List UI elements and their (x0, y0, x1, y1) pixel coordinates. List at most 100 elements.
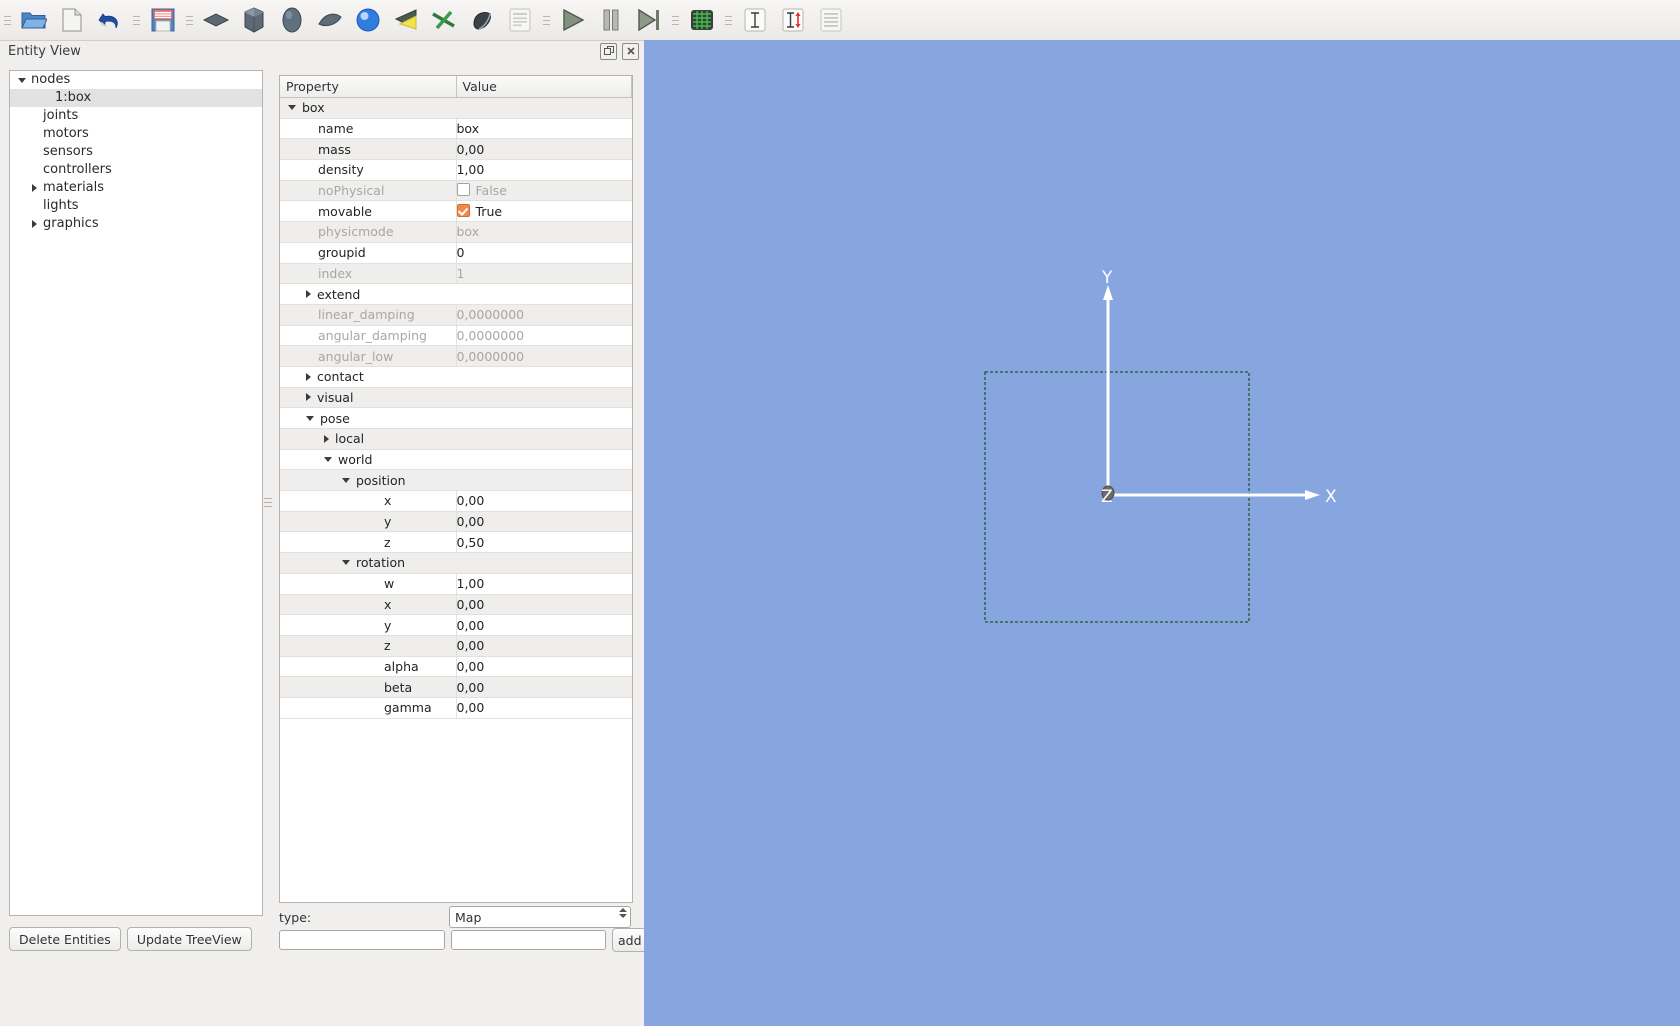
table-row[interactable]: world (280, 449, 632, 471)
property-name-cell[interactable]: x (280, 490, 456, 512)
property-value-cell[interactable]: 0,00 (455, 490, 632, 512)
chevron-down-icon[interactable] (324, 457, 332, 463)
property-key-input[interactable] (279, 930, 445, 950)
chevron-down-icon[interactable] (342, 477, 350, 483)
property-value-cell[interactable]: 0,0000000 (455, 304, 632, 326)
spinner-arrows-icon[interactable] (619, 908, 627, 918)
save-button[interactable] (145, 2, 181, 38)
checkbox-icon[interactable] (456, 183, 470, 197)
property-value-cell[interactable]: 0,00 (455, 138, 632, 161)
tree-item-materials[interactable]: materials (10, 179, 262, 197)
update-treeview-button[interactable]: Update TreeView (126, 927, 252, 951)
property-table-panel[interactable]: Property Value box name box mass 0,00 density… (279, 75, 633, 903)
column-header-property[interactable]: Property (280, 76, 457, 98)
property-name-cell[interactable]: groupid (280, 242, 456, 264)
property-value-cell[interactable] (456, 387, 632, 409)
entity-tree[interactable]: nodes 1:box joints motors sensors controllers… (9, 70, 263, 916)
undo-button[interactable] (92, 2, 128, 38)
property-name-cell[interactable]: name (280, 118, 456, 140)
chevron-down-icon[interactable] (342, 560, 350, 566)
property-name-cell[interactable]: extend (280, 283, 456, 305)
table-row[interactable]: z 0,50 (280, 531, 632, 554)
delete-entities-button[interactable]: Delete Entities (9, 927, 121, 951)
scene-viewport[interactable]: Y X Z (644, 40, 1680, 1026)
property-name-cell[interactable]: y (280, 511, 456, 533)
table-row[interactable]: density 1,00 (280, 159, 632, 181)
text-tool-button[interactable] (737, 2, 773, 38)
tree-item-joints[interactable]: joints (10, 107, 262, 125)
property-name-cell[interactable]: w (280, 573, 456, 595)
table-row[interactable]: angular_low 0,0000000 (280, 345, 632, 367)
property-value-cell[interactable] (456, 469, 632, 492)
property-name-cell[interactable]: box (280, 97, 456, 119)
property-value-cell[interactable]: 0,00 (455, 697, 632, 719)
step-button[interactable] (631, 2, 667, 38)
property-name-cell[interactable]: visual (280, 387, 456, 409)
table-row[interactable]: z 0,00 (280, 635, 632, 657)
chevron-down-icon[interactable] (306, 415, 314, 421)
table-row[interactable]: rotation (280, 552, 632, 574)
property-value-cell[interactable]: 0,0000000 (455, 345, 632, 367)
property-value-cell[interactable]: 0,50 (455, 531, 632, 554)
table-row[interactable]: y 0,00 (280, 511, 632, 533)
property-name-cell[interactable]: angular_damping (280, 325, 456, 347)
property-value-cell[interactable]: 0,00 (455, 676, 632, 698)
add-capsule-button[interactable] (274, 2, 310, 38)
table-row[interactable]: visual (280, 387, 632, 409)
property-name-cell[interactable]: index (280, 263, 456, 285)
table-row[interactable]: name box (280, 118, 632, 140)
table-row[interactable]: linear_damping 0,0000000 (280, 304, 632, 326)
close-x-icon[interactable] (622, 42, 639, 60)
property-value-cell[interactable] (456, 552, 632, 574)
add-button[interactable]: add (612, 928, 648, 952)
float-window-icon[interactable] (600, 42, 617, 60)
add-cone-button[interactable] (312, 2, 348, 38)
chevron-right-icon[interactable] (324, 434, 329, 443)
play-button[interactable] (555, 2, 591, 38)
property-name-cell[interactable]: world (280, 449, 456, 471)
tree-item-motors[interactable]: motors (10, 125, 262, 143)
table-row[interactable]: pose (280, 407, 632, 429)
console-button[interactable] (684, 2, 720, 38)
property-name-cell[interactable]: linear_damping (280, 304, 456, 326)
add-sphere-button[interactable] (350, 2, 386, 38)
chevron-right-icon[interactable] (306, 393, 311, 402)
pause-button[interactable] (593, 2, 629, 38)
table-row[interactable]: groupid 0 (280, 242, 632, 264)
property-name-cell[interactable]: local (280, 428, 456, 450)
table-row[interactable]: gamma 0,00 (280, 697, 632, 719)
table-row[interactable]: position (280, 469, 632, 492)
table-row[interactable]: beta 0,00 (280, 676, 632, 698)
add-mesh-button[interactable] (464, 2, 500, 38)
chevron-right-icon[interactable] (306, 372, 311, 381)
table-row[interactable]: box (280, 97, 632, 119)
property-value-cell[interactable] (456, 449, 632, 471)
table-row[interactable]: local (280, 428, 632, 450)
type-select[interactable]: Map (449, 906, 631, 928)
add-box-button[interactable] (236, 2, 272, 38)
property-value-cell[interactable]: 0,00 (455, 594, 632, 616)
property-name-cell[interactable]: pose (280, 407, 456, 429)
property-name-cell[interactable]: z (280, 635, 456, 657)
property-name-cell[interactable]: noPhysical (280, 180, 456, 202)
property-name-cell[interactable]: density (280, 159, 456, 181)
chevron-right-icon[interactable] (28, 215, 40, 233)
property-value-cell[interactable]: 0 (455, 242, 632, 264)
property-value-cell[interactable] (456, 407, 632, 429)
table-row[interactable]: angular_damping 0,0000000 (280, 325, 632, 347)
property-value-cell[interactable]: False (455, 180, 632, 202)
property-name-cell[interactable]: gamma (280, 697, 456, 719)
table-row[interactable]: w 1,00 (280, 573, 632, 595)
property-name-cell[interactable]: alpha (280, 656, 456, 678)
table-row[interactable]: physicmode box (280, 221, 632, 243)
property-value-cell[interactable]: 1,00 (455, 573, 632, 595)
property-value-cell[interactable]: 0,00 (455, 656, 632, 678)
property-value-input[interactable] (451, 930, 606, 950)
document-button[interactable] (502, 2, 538, 38)
table-row[interactable]: noPhysical False (280, 180, 632, 202)
property-value-cell[interactable]: box (455, 221, 632, 243)
property-value-cell[interactable]: 1,00 (455, 159, 632, 181)
tree-item-lights[interactable]: lights (10, 197, 262, 215)
property-value-cell[interactable]: box (455, 118, 632, 140)
list-button[interactable] (813, 2, 849, 38)
